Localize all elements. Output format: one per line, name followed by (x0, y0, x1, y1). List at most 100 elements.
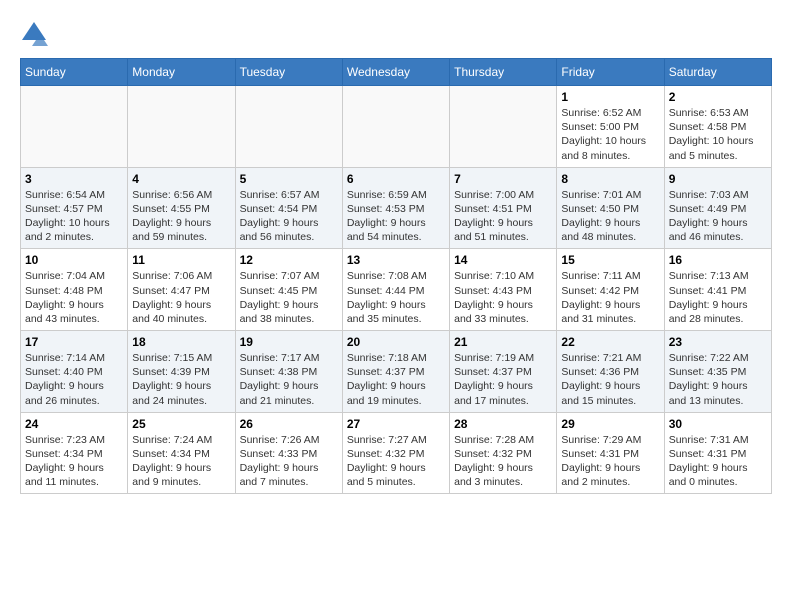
calendar-week-4: 17 Sunrise: 7:14 AM Sunset: 4:40 PM Dayli… (21, 331, 772, 413)
day-info: Sunrise: 7:14 AM Sunset: 4:40 PM Dayligh… (25, 351, 123, 408)
day-info: Sunrise: 7:27 AM Sunset: 4:32 PM Dayligh… (347, 433, 445, 490)
logo-icon (20, 20, 48, 48)
day-number: 9 (669, 172, 767, 186)
calendar-cell: 2 Sunrise: 6:53 AM Sunset: 4:58 PM Daylig… (664, 86, 771, 168)
day-number: 6 (347, 172, 445, 186)
day-info: Sunrise: 7:28 AM Sunset: 4:32 PM Dayligh… (454, 433, 552, 490)
col-header-saturday: Saturday (664, 59, 771, 86)
logo (20, 20, 52, 48)
day-info: Sunrise: 7:04 AM Sunset: 4:48 PM Dayligh… (25, 269, 123, 326)
day-number: 12 (240, 253, 338, 267)
day-number: 2 (669, 90, 767, 104)
day-info: Sunrise: 7:01 AM Sunset: 4:50 PM Dayligh… (561, 188, 659, 245)
calendar-cell: 8 Sunrise: 7:01 AM Sunset: 4:50 PM Daylig… (557, 167, 664, 249)
calendar-cell: 22 Sunrise: 7:21 AM Sunset: 4:36 PM Dayli… (557, 331, 664, 413)
day-number: 20 (347, 335, 445, 349)
calendar-cell: 6 Sunrise: 6:59 AM Sunset: 4:53 PM Daylig… (342, 167, 449, 249)
calendar-week-3: 10 Sunrise: 7:04 AM Sunset: 4:48 PM Dayli… (21, 249, 772, 331)
day-info: Sunrise: 7:03 AM Sunset: 4:49 PM Dayligh… (669, 188, 767, 245)
calendar-cell: 15Sunrise: 7:11 AM Sunset: 4:42 PM Dayli… (557, 249, 664, 331)
calendar-cell: 25 Sunrise: 7:24 AM Sunset: 4:34 PM Dayli… (128, 412, 235, 494)
day-info: Sunrise: 7:17 AM Sunset: 4:38 PM Dayligh… (240, 351, 338, 408)
day-number: 18 (132, 335, 230, 349)
day-number: 24 (25, 417, 123, 431)
calendar-cell (21, 86, 128, 168)
day-number: 30 (669, 417, 767, 431)
page-header (20, 20, 772, 48)
calendar-table: SundayMondayTuesdayWednesdayThursdayFrid… (20, 58, 772, 494)
day-number: 22 (561, 335, 659, 349)
calendar-cell: 11 Sunrise: 7:06 AM Sunset: 4:47 PM Dayli… (128, 249, 235, 331)
day-number: 27 (347, 417, 445, 431)
day-number: 11 (132, 253, 230, 267)
calendar-cell: 21 Sunrise: 7:19 AM Sunset: 4:37 PM Dayli… (450, 331, 557, 413)
day-number: 4 (132, 172, 230, 186)
day-number: 17 (25, 335, 123, 349)
calendar-cell: 28 Sunrise: 7:28 AM Sunset: 4:32 PM Dayli… (450, 412, 557, 494)
calendar-week-2: 3Sunrise: 6:54 AM Sunset: 4:57 PM Daylig… (21, 167, 772, 249)
col-header-tuesday: Tuesday (235, 59, 342, 86)
day-info: Sunrise: 7:23 AM Sunset: 4:34 PM Dayligh… (25, 433, 123, 490)
col-header-thursday: Thursday (450, 59, 557, 86)
col-header-friday: Friday (557, 59, 664, 86)
day-number: 15 (561, 253, 659, 267)
calendar-cell: 29 Sunrise: 7:29 AM Sunset: 4:31 PM Dayli… (557, 412, 664, 494)
day-number: 23 (669, 335, 767, 349)
day-info: Sunrise: 7:10 AM Sunset: 4:43 PM Dayligh… (454, 269, 552, 326)
calendar-header-row: SundayMondayTuesdayWednesdayThursdayFrid… (21, 59, 772, 86)
calendar-cell: 3Sunrise: 6:54 AM Sunset: 4:57 PM Daylig… (21, 167, 128, 249)
day-number: 3 (25, 172, 123, 186)
calendar-cell: 27 Sunrise: 7:27 AM Sunset: 4:32 PM Dayli… (342, 412, 449, 494)
day-number: 5 (240, 172, 338, 186)
col-header-wednesday: Wednesday (342, 59, 449, 86)
calendar-cell: 7 Sunrise: 7:00 AM Sunset: 4:51 PM Daylig… (450, 167, 557, 249)
day-info: Sunrise: 6:56 AM Sunset: 4:55 PM Dayligh… (132, 188, 230, 245)
calendar-cell: 18 Sunrise: 7:15 AM Sunset: 4:39 PM Dayli… (128, 331, 235, 413)
day-info: Sunrise: 7:00 AM Sunset: 4:51 PM Dayligh… (454, 188, 552, 245)
day-info: Sunrise: 7:26 AM Sunset: 4:33 PM Dayligh… (240, 433, 338, 490)
day-number: 1 (561, 90, 659, 104)
calendar-week-1: 1 Sunrise: 6:52 AM Sunset: 5:00 PM Daylig… (21, 86, 772, 168)
day-info: Sunrise: 7:15 AM Sunset: 4:39 PM Dayligh… (132, 351, 230, 408)
day-info: Sunrise: 6:53 AM Sunset: 4:58 PM Dayligh… (669, 106, 767, 163)
calendar-cell: 5Sunrise: 6:57 AM Sunset: 4:54 PM Daylig… (235, 167, 342, 249)
calendar-cell: 19 Sunrise: 7:17 AM Sunset: 4:38 PM Dayli… (235, 331, 342, 413)
day-number: 7 (454, 172, 552, 186)
day-number: 16 (669, 253, 767, 267)
calendar-week-5: 24 Sunrise: 7:23 AM Sunset: 4:34 PM Dayli… (21, 412, 772, 494)
day-info: Sunrise: 7:29 AM Sunset: 4:31 PM Dayligh… (561, 433, 659, 490)
day-number: 8 (561, 172, 659, 186)
calendar-cell: 10 Sunrise: 7:04 AM Sunset: 4:48 PM Dayli… (21, 249, 128, 331)
day-info: Sunrise: 7:22 AM Sunset: 4:35 PM Dayligh… (669, 351, 767, 408)
calendar-cell: 4 Sunrise: 6:56 AM Sunset: 4:55 PM Daylig… (128, 167, 235, 249)
col-header-monday: Monday (128, 59, 235, 86)
day-info: Sunrise: 7:13 AM Sunset: 4:41 PM Dayligh… (669, 269, 767, 326)
calendar-cell: 16 Sunrise: 7:13 AM Sunset: 4:41 PM Dayli… (664, 249, 771, 331)
calendar-cell: 9 Sunrise: 7:03 AM Sunset: 4:49 PM Daylig… (664, 167, 771, 249)
day-number: 19 (240, 335, 338, 349)
day-number: 29 (561, 417, 659, 431)
calendar-cell: 14 Sunrise: 7:10 AM Sunset: 4:43 PM Dayli… (450, 249, 557, 331)
calendar-cell: 20Sunrise: 7:18 AM Sunset: 4:37 PM Dayli… (342, 331, 449, 413)
day-info: Sunrise: 6:52 AM Sunset: 5:00 PM Dayligh… (561, 106, 659, 163)
day-number: 28 (454, 417, 552, 431)
day-info: Sunrise: 6:59 AM Sunset: 4:53 PM Dayligh… (347, 188, 445, 245)
day-number: 13 (347, 253, 445, 267)
calendar-cell: 1 Sunrise: 6:52 AM Sunset: 5:00 PM Daylig… (557, 86, 664, 168)
calendar-cell: 13Sunrise: 7:08 AM Sunset: 4:44 PM Dayli… (342, 249, 449, 331)
calendar-cell: 17 Sunrise: 7:14 AM Sunset: 4:40 PM Dayli… (21, 331, 128, 413)
calendar-cell: 24 Sunrise: 7:23 AM Sunset: 4:34 PM Dayli… (21, 412, 128, 494)
day-number: 14 (454, 253, 552, 267)
day-info: Sunrise: 7:19 AM Sunset: 4:37 PM Dayligh… (454, 351, 552, 408)
calendar-cell: 23 Sunrise: 7:22 AM Sunset: 4:35 PM Dayli… (664, 331, 771, 413)
calendar-cell (342, 86, 449, 168)
day-number: 10 (25, 253, 123, 267)
day-number: 25 (132, 417, 230, 431)
day-number: 26 (240, 417, 338, 431)
day-info: Sunrise: 7:06 AM Sunset: 4:47 PM Dayligh… (132, 269, 230, 326)
day-number: 21 (454, 335, 552, 349)
day-info: Sunrise: 7:21 AM Sunset: 4:36 PM Dayligh… (561, 351, 659, 408)
calendar-cell (450, 86, 557, 168)
day-info: Sunrise: 7:24 AM Sunset: 4:34 PM Dayligh… (132, 433, 230, 490)
day-info: Sunrise: 7:07 AM Sunset: 4:45 PM Dayligh… (240, 269, 338, 326)
